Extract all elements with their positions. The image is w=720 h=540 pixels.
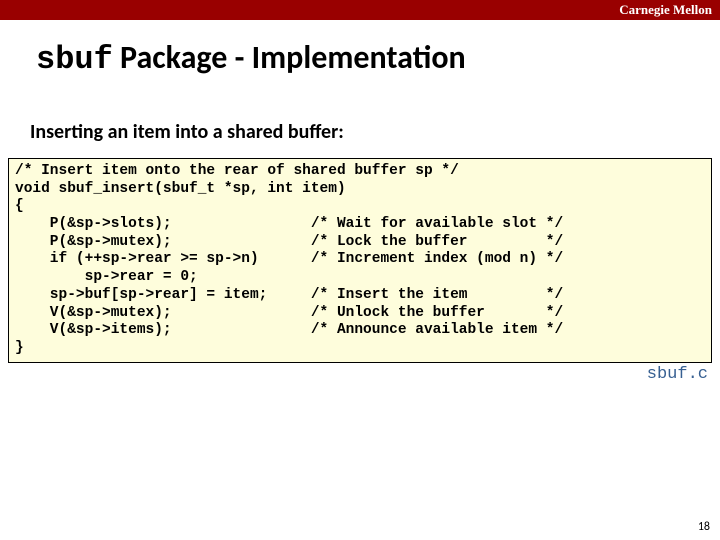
page-number: 18 xyxy=(698,520,710,534)
university-label: Carnegie Mellon xyxy=(619,0,712,20)
subheading: Inserting an item into a shared buffer: xyxy=(30,120,720,144)
header-bar: Carnegie Mellon xyxy=(0,0,720,20)
source-filename: sbuf.c xyxy=(0,365,708,384)
slide-title: sbuf Package - Implementation xyxy=(36,38,720,78)
title-code: sbuf xyxy=(36,41,113,78)
code-listing: /* Insert item onto the rear of shared b… xyxy=(8,158,712,363)
title-rest: Package - Implementation xyxy=(113,38,466,77)
